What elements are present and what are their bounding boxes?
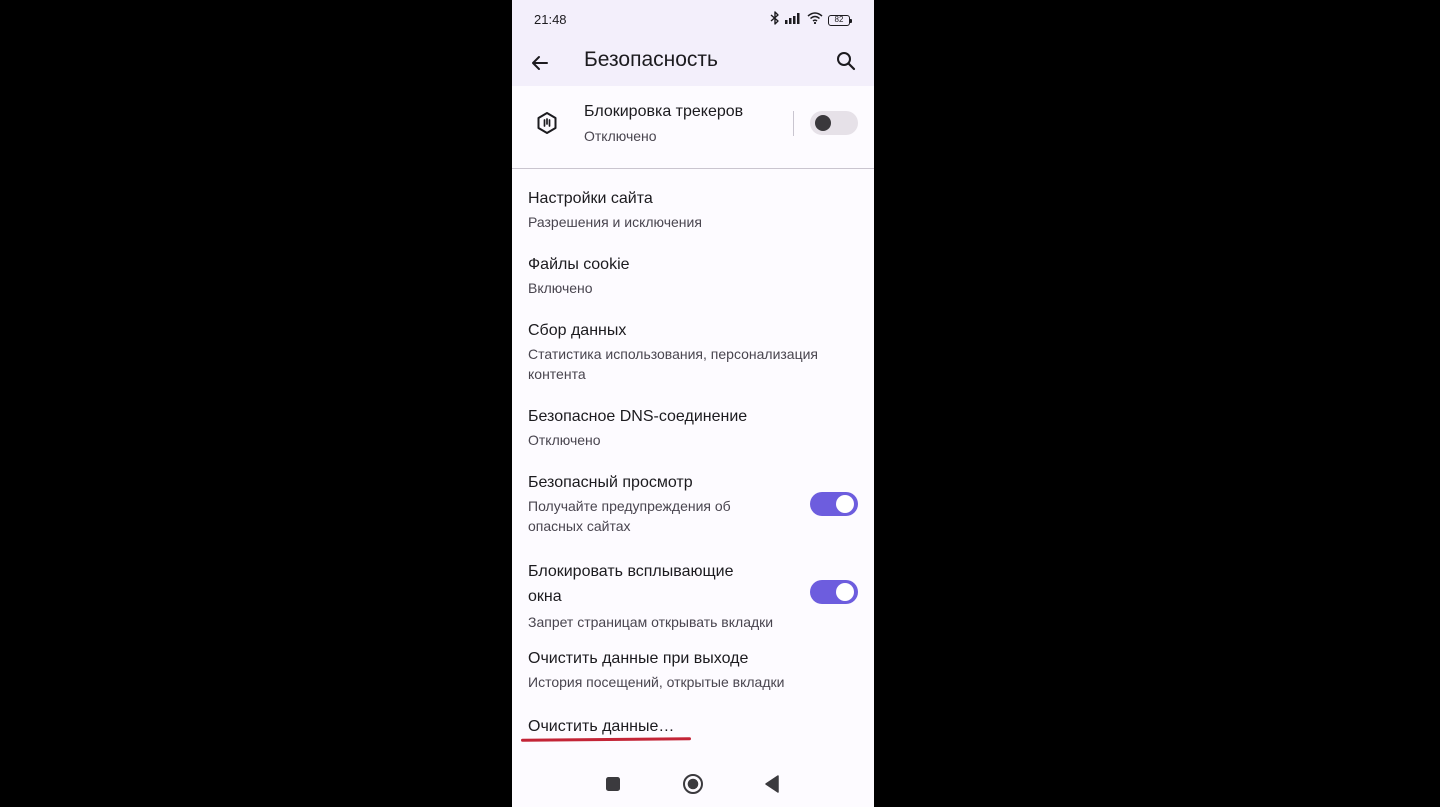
- back-triangle-icon: [765, 775, 779, 793]
- tracker-blocking-row[interactable]: Блокировка трекеров Отключено: [512, 86, 874, 168]
- setting-clear-on-exit[interactable]: Очистить данные при выходе История посещ…: [528, 649, 858, 692]
- status-time: 21:48: [534, 12, 567, 27]
- setting-title: Очистить данные…: [528, 718, 675, 735]
- setting-subtitle: Отключено: [528, 432, 601, 448]
- recent-apps-icon: [606, 777, 620, 791]
- signal-icon: [785, 11, 802, 29]
- phone-screen: 21:48 82 Безопасность Блокировка трекеро…: [512, 0, 874, 807]
- search-button[interactable]: [830, 45, 862, 77]
- annotation-underline: [520, 737, 692, 742]
- status-icons: 82: [770, 10, 852, 30]
- toggle-knob: [815, 115, 831, 131]
- setting-cookies[interactable]: Файлы cookie Включено: [528, 255, 858, 298]
- setting-subtitle: Включено: [528, 280, 593, 296]
- system-nav-bar: [512, 760, 874, 807]
- safe-browsing-toggle[interactable]: [810, 492, 858, 516]
- search-icon: [837, 52, 856, 71]
- bluetooth-icon: [770, 10, 780, 30]
- tracker-blocking-title: Блокировка трекеров: [584, 103, 744, 120]
- setting-clear-data[interactable]: Очистить данные…: [528, 717, 858, 737]
- setting-title: Файлы cookie: [528, 256, 630, 273]
- system-back-button[interactable]: [760, 772, 784, 796]
- setting-secure-dns[interactable]: Безопасное DNS-соединение Отключено: [528, 407, 858, 450]
- setting-subtitle: История посещений, открытые вкладки: [528, 674, 785, 690]
- recent-apps-button[interactable]: [601, 772, 625, 796]
- tracker-blocking-toggle[interactable]: [810, 111, 858, 135]
- setting-title: Безопасное DNS-соединение: [528, 408, 748, 425]
- setting-safe-browsing[interactable]: Безопасный просмотр Получайте предупрежд…: [528, 473, 858, 536]
- setting-title: Настройки сайта: [528, 190, 653, 207]
- setting-title: Безопасный просмотр: [528, 474, 693, 491]
- wifi-icon: [807, 11, 823, 29]
- tracker-blocking-text: Блокировка трекеров Отключено: [584, 102, 743, 146]
- home-icon: [683, 774, 703, 794]
- home-button[interactable]: [681, 772, 705, 796]
- page-title: Безопасность: [584, 48, 718, 71]
- setting-text: Безопасный просмотр Получайте предупрежд…: [528, 473, 788, 536]
- vertical-divider: [793, 111, 794, 136]
- section-divider: [512, 168, 874, 169]
- setting-title: Очистить данные при выходе: [528, 650, 749, 667]
- block-popups-toggle[interactable]: [810, 580, 858, 604]
- setting-site-settings[interactable]: Настройки сайта Разрешения и исключения: [528, 189, 858, 232]
- setting-title: Сбор данных: [528, 322, 627, 339]
- status-bar: 21:48 82: [512, 0, 874, 40]
- setting-subtitle: Запрет страницам открывать вкладки: [528, 614, 774, 630]
- setting-text: Блокировать всплывающие окна Запрет стра…: [528, 559, 788, 632]
- battery-level: 82: [834, 15, 844, 24]
- setting-block-popups[interactable]: Блокировать всплывающие окна Запрет стра…: [528, 559, 858, 632]
- toggle-knob: [836, 583, 854, 601]
- battery-icon: 82: [828, 14, 852, 26]
- setting-subtitle: Получайте предупреждения об опасных сайт…: [528, 498, 731, 534]
- shield-tracker-icon: [535, 111, 559, 135]
- toggle-knob: [836, 495, 854, 513]
- app-bar: Безопасность: [512, 40, 874, 86]
- setting-subtitle: Статистика использования, персонализация…: [528, 346, 819, 382]
- arrow-left-icon: [532, 56, 548, 70]
- tracker-blocking-status: Отключено: [584, 128, 657, 144]
- back-button[interactable]: [524, 47, 556, 79]
- setting-data-collection[interactable]: Сбор данных Статистика использования, пе…: [528, 321, 858, 384]
- setting-subtitle: Разрешения и исключения: [528, 214, 702, 230]
- setting-title: Блокировать всплывающие окна: [528, 563, 734, 605]
